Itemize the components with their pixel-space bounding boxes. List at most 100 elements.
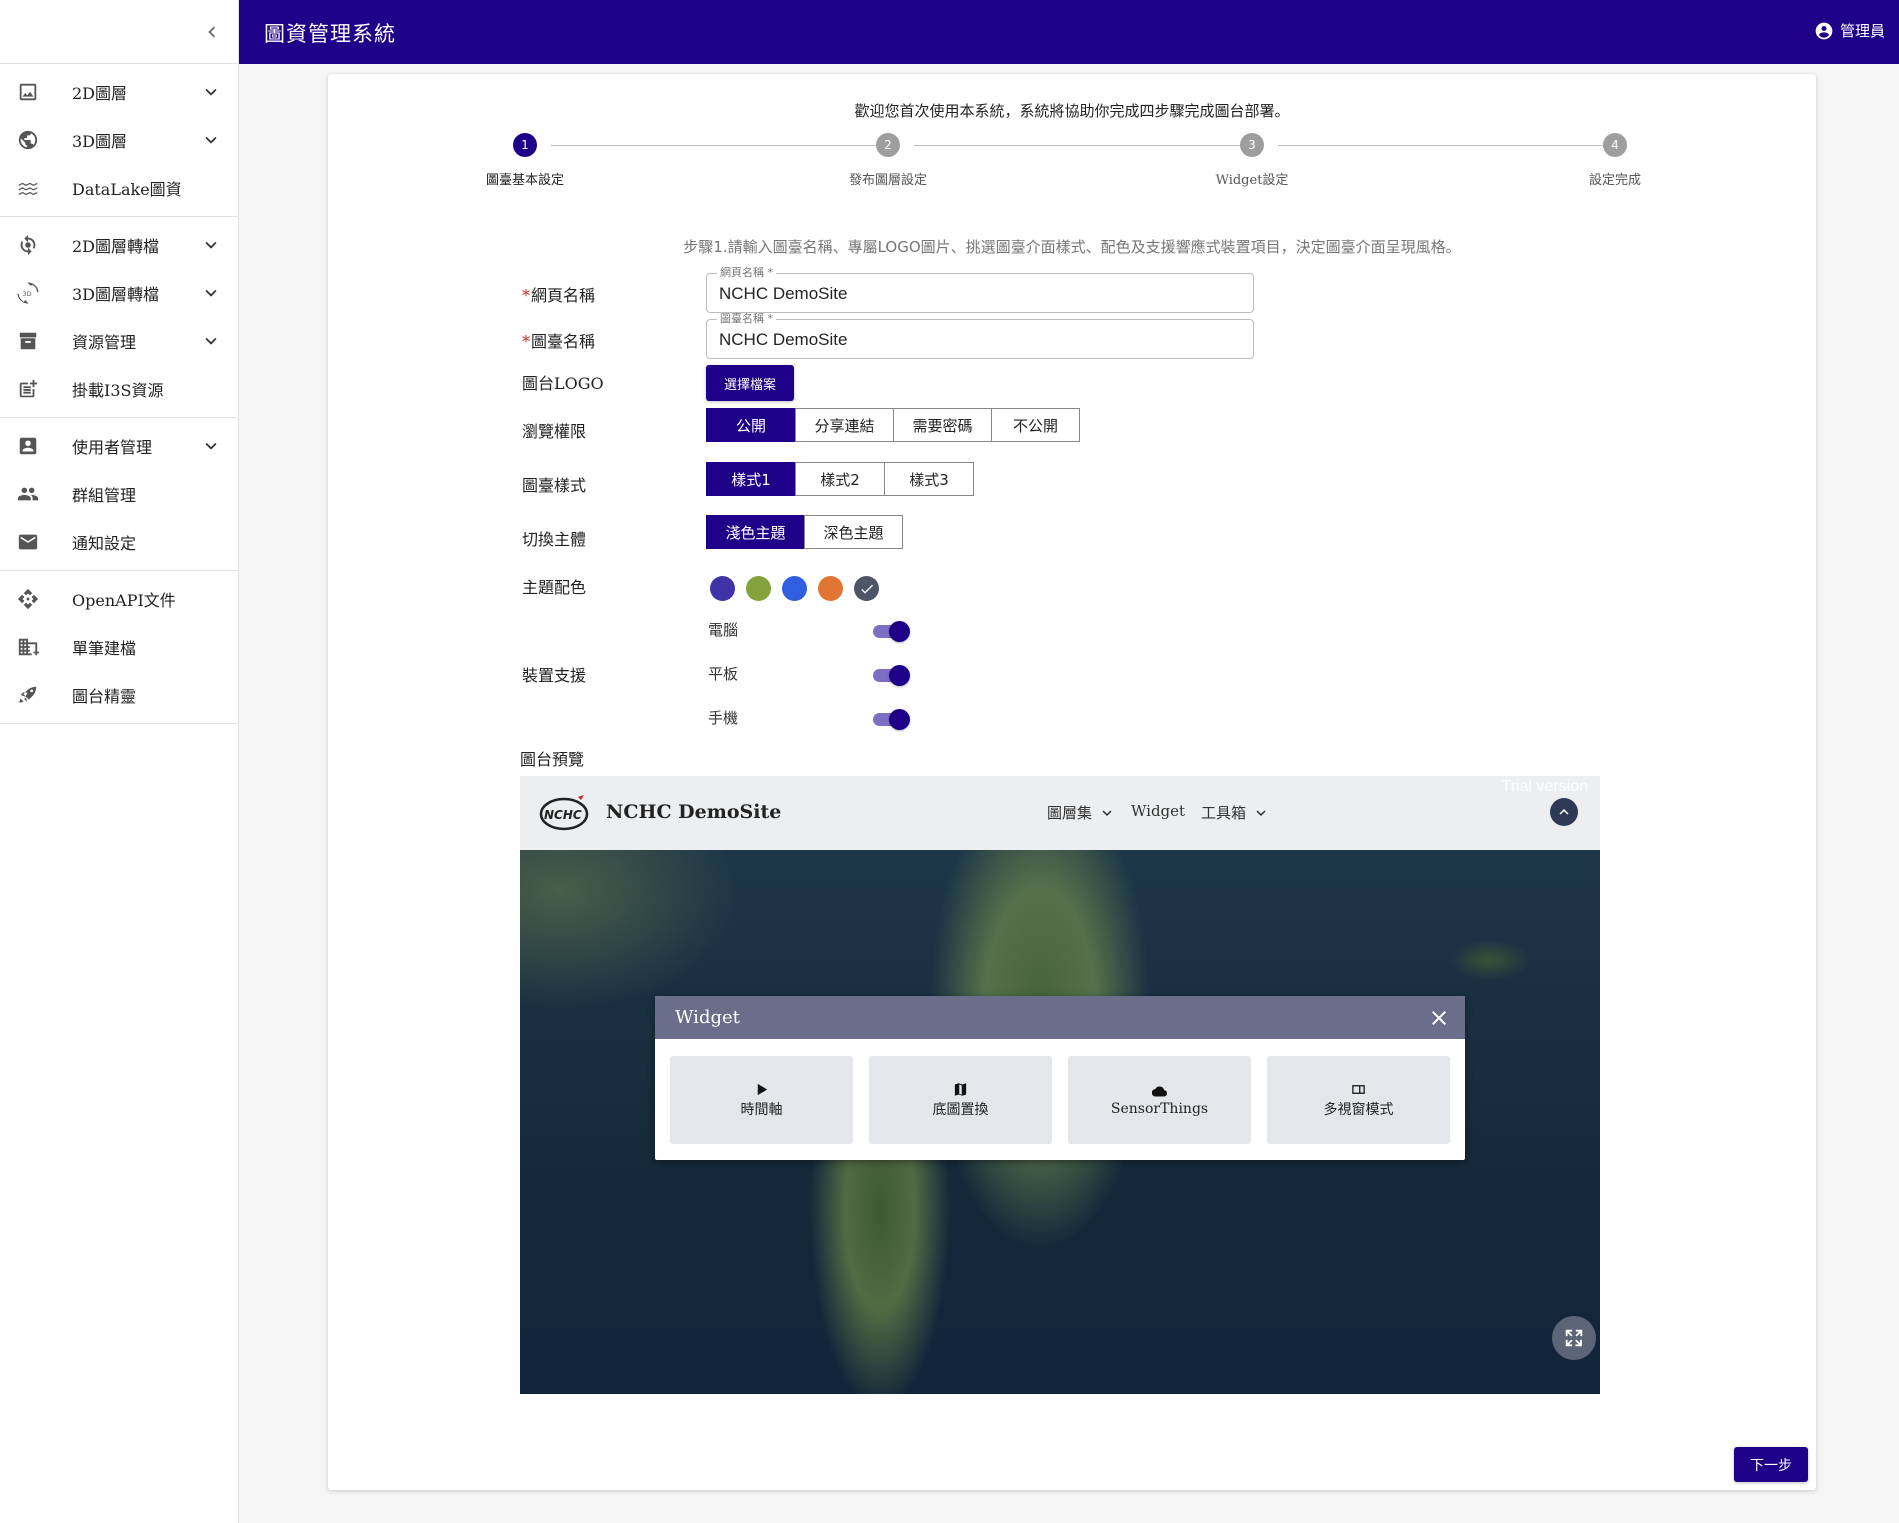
- 3d-rotation-icon: 3D: [16, 281, 40, 305]
- sidebar-item-label: 通知設定: [72, 534, 137, 553]
- widget-tile-basemap[interactable]: 底圖置換: [869, 1056, 1052, 1144]
- step-1[interactable]: 1 圖臺基本設定: [445, 133, 605, 188]
- style-1-button[interactable]: 樣式1: [706, 462, 796, 496]
- sidebar-item-label: 單筆建檔: [72, 639, 137, 658]
- preview-header: NCHC NCHC DemoSite 圖層集 Widget 工具箱 Trial …: [520, 776, 1600, 850]
- step-label: 圖臺基本設定: [485, 173, 564, 188]
- sidebar-group-layers: 2D圖層 3D圖層 DataLake圖資: [0, 64, 238, 217]
- sidebar-item-label: 資源管理: [72, 333, 137, 352]
- collapse-header-button[interactable]: [1550, 798, 1578, 826]
- sidebar-item-label: OpenAPI文件: [72, 591, 176, 610]
- map-name-field[interactable]: 圖臺名稱 *: [706, 313, 1254, 359]
- color-swatch-blue[interactable]: [782, 576, 807, 601]
- sidebar-item-3d-layers[interactable]: 3D圖層: [0, 116, 238, 164]
- permission-public-button[interactable]: 公開: [706, 408, 796, 442]
- chevron-left-icon: [208, 26, 216, 38]
- sidebar-item-notifications[interactable]: 通知設定: [0, 518, 238, 566]
- permission-password-button[interactable]: 需要密碼: [893, 408, 992, 442]
- theme-color-label: 主題配色: [522, 578, 587, 597]
- user-menu[interactable]: 管理員: [1814, 20, 1885, 41]
- color-swatch-purple[interactable]: [710, 576, 735, 601]
- user-name: 管理員: [1839, 22, 1885, 40]
- color-swatch-orange[interactable]: [818, 576, 843, 601]
- widget-tile-multiwindow[interactable]: 多視窗模式: [1267, 1056, 1450, 1144]
- permission-label: 瀏覽權限: [522, 422, 587, 441]
- widget-tile-timeline[interactable]: 時間軸: [670, 1056, 853, 1144]
- multi-window-icon: [1352, 1084, 1365, 1094]
- sidebar-item-resources[interactable]: 資源管理: [0, 317, 238, 365]
- preview-label: 圖台預覽: [520, 750, 585, 769]
- nchc-logo-icon: NCHC: [539, 795, 589, 831]
- theme-toggle-group: 淺色主題 深色主題: [706, 515, 903, 549]
- sidebar-item-label: 2D圖層轉檔: [72, 237, 160, 256]
- step-instruction: 步驟1.請輸入圖臺名稱、專屬LOGO圖片、挑選圖臺介面樣式、配色及支援響應式裝置…: [683, 238, 1461, 256]
- permission-toggle-group: 公開 分享連結 需要密碼 不公開: [706, 408, 1080, 442]
- nav-label: 圖層集: [1047, 804, 1093, 822]
- map-icon: [954, 1082, 967, 1096]
- sidebar-top: [0, 0, 238, 64]
- next-step-button[interactable]: 下一步: [1734, 1447, 1808, 1482]
- sidebar-item-label: 掛載I3S資源: [72, 381, 164, 400]
- permission-private-button[interactable]: 不公開: [991, 408, 1080, 442]
- fullscreen-button[interactable]: [1552, 1316, 1596, 1360]
- chevron-down-icon: [200, 129, 222, 151]
- step-label: 設定完成: [1588, 173, 1641, 188]
- collapse-sidebar-button[interactable]: [200, 20, 224, 44]
- preview-nav-toolbox[interactable]: 工具箱: [1201, 802, 1270, 823]
- sidebar-item-label: 3D圖層: [72, 132, 128, 151]
- sidebar-item-2d-layers[interactable]: 2D圖層: [0, 68, 238, 116]
- chevron-down-icon: [200, 81, 222, 103]
- step-label: 發布圖層設定: [848, 173, 927, 188]
- light-theme-button[interactable]: 淺色主題: [706, 515, 805, 549]
- mail-icon: [16, 530, 40, 554]
- preview-nav-layers[interactable]: 圖層集: [1047, 802, 1116, 823]
- step-2[interactable]: 2 發布圖層設定: [808, 133, 968, 188]
- sidebar-item-single-entry[interactable]: 單筆建檔: [0, 623, 238, 671]
- page-name-field[interactable]: 網頁名稱 *: [706, 267, 1254, 313]
- color-swatches: [710, 576, 879, 601]
- sidebar-item-openapi[interactable]: OpenAPI文件: [0, 575, 238, 623]
- page-name-label: *網頁名稱: [522, 286, 596, 305]
- choose-file-button[interactable]: 選擇檔案: [706, 365, 794, 401]
- widget-tile-sensorthings[interactable]: SensorThings: [1068, 1056, 1251, 1144]
- sidebar-item-groups[interactable]: 群組管理: [0, 470, 238, 518]
- sidebar-group-users: 使用者管理 群組管理 通知設定: [0, 418, 238, 571]
- sidebar-item-label: 3D圖層轉檔: [72, 285, 160, 304]
- logo-label: 圖台LOGO: [522, 374, 604, 393]
- step-number: 4: [1603, 133, 1627, 157]
- device-desktop-toggle[interactable]: [871, 620, 911, 642]
- chevron-down-icon: [1102, 809, 1112, 816]
- style-2-button[interactable]: 樣式2: [795, 462, 885, 496]
- api-icon: [16, 587, 40, 611]
- step-3[interactable]: 3 Widget設定: [1172, 133, 1332, 188]
- trial-watermark: Trial version: [1501, 778, 1588, 795]
- svg-text:3D: 3D: [23, 290, 32, 298]
- sidebar-item-2d-conversion[interactable]: 2D圖層轉檔: [0, 221, 238, 269]
- step-number: 2: [876, 133, 900, 157]
- domain-add-icon: [16, 635, 40, 659]
- sidebar-item-datalake[interactable]: DataLake圖資: [0, 164, 238, 212]
- page-name-input[interactable]: [719, 284, 1239, 304]
- close-icon[interactable]: [1427, 1006, 1451, 1030]
- widget-panel: Widget 時間軸 底圖置換 SensorThings 多視窗模式: [655, 996, 1465, 1160]
- sidebar-item-label: 圖台精靈: [72, 687, 137, 706]
- style-3-button[interactable]: 樣式3: [884, 462, 974, 496]
- sidebar-item-wizard[interactable]: 圖台精靈: [0, 671, 238, 719]
- device-mobile-toggle[interactable]: [871, 708, 911, 730]
- device-tablet-toggle[interactable]: [871, 664, 911, 686]
- sidebar-item-3d-conversion[interactable]: 3D 3D圖層轉檔: [0, 269, 238, 317]
- color-swatch-gray-selected[interactable]: [854, 576, 879, 601]
- svg-text:NCHC: NCHC: [544, 808, 582, 822]
- chevron-down-icon: [1256, 809, 1266, 816]
- preview-nav-widget[interactable]: Widget: [1131, 802, 1185, 820]
- color-swatch-green[interactable]: [746, 576, 771, 601]
- step-4[interactable]: 4 設定完成: [1535, 133, 1695, 188]
- permission-share-link-button[interactable]: 分享連結: [795, 408, 894, 442]
- sidebar-item-i3s[interactable]: 掛載I3S資源: [0, 365, 238, 413]
- widget-panel-header: Widget: [655, 996, 1465, 1039]
- sidebar-item-users[interactable]: 使用者管理: [0, 422, 238, 470]
- chevron-down-icon: [200, 330, 222, 352]
- dark-theme-button[interactable]: 深色主題: [804, 515, 903, 549]
- account-box-icon: [16, 434, 40, 458]
- map-name-input[interactable]: [719, 330, 1239, 350]
